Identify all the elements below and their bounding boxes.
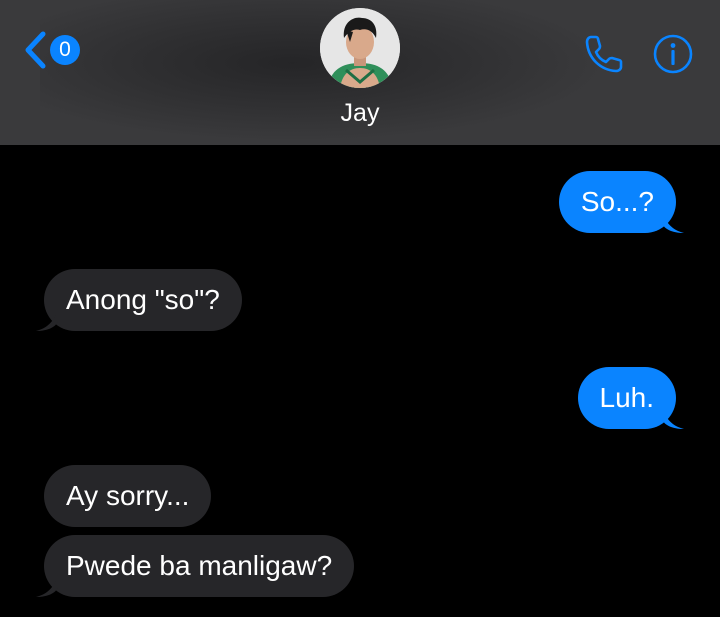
message-bubble-sent[interactable]: So...? <box>558 171 684 233</box>
message-text: Pwede ba manligaw? <box>66 550 333 581</box>
message-text: Luh. <box>599 382 655 413</box>
bubble-tail <box>662 407 684 429</box>
message-bubble-received[interactable]: Pwede ba manligaw? <box>36 535 355 597</box>
message-thread[interactable]: So...? Anong "so"? Luh. Ay sorry... Pwed… <box>0 145 720 617</box>
phone-icon <box>585 35 623 73</box>
avatar[interactable] <box>320 8 400 88</box>
back-button[interactable]: 0 <box>22 28 86 72</box>
message-bubble-sent[interactable]: Luh. <box>577 367 684 429</box>
avatar-photo <box>320 8 400 88</box>
contact-name[interactable]: Jay <box>0 98 720 128</box>
message-text: Ay sorry... <box>66 480 190 511</box>
message-bubble-received[interactable]: Anong "so"? <box>36 269 242 331</box>
bubble-tail <box>36 575 58 597</box>
conversation-header: 0 Jay <box>0 0 720 145</box>
message-text: So...? <box>580 186 654 217</box>
unread-count-badge: 0 <box>50 35 80 65</box>
bubble-tail <box>36 309 58 331</box>
chevron-left-icon <box>25 31 46 69</box>
info-icon <box>653 34 693 74</box>
bubble-tail <box>662 211 684 233</box>
call-button[interactable] <box>582 32 626 76</box>
message-text: Anong "so"? <box>66 284 220 315</box>
info-button[interactable] <box>652 33 694 75</box>
message-bubble-received[interactable]: Ay sorry... <box>44 465 212 527</box>
